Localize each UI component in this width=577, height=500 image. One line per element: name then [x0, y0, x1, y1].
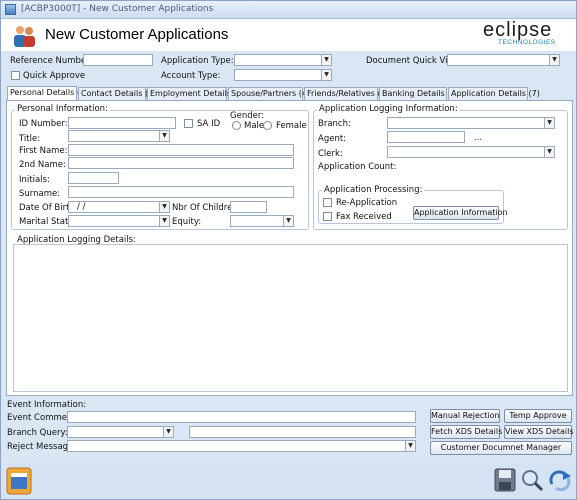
tab-employment-details[interactable]: Employment Details (3)	[147, 87, 245, 100]
first-name-label: First Name:	[19, 146, 68, 156]
reject-message-label: Reject Message:	[7, 442, 77, 452]
event-information-label: Event Information:	[7, 400, 87, 410]
re-application-label: Re-Application	[336, 198, 398, 208]
agent-input[interactable]	[387, 131, 465, 143]
fax-received-checkbox[interactable]	[323, 212, 332, 221]
male-label: Male	[244, 121, 265, 131]
account-type-label: Account Type:	[161, 71, 221, 81]
second-name-label: 2nd Name:	[19, 160, 66, 170]
female-label: Female	[276, 121, 307, 131]
equity-label: Equity:	[172, 217, 202, 227]
date-of-birth-value: / /	[77, 202, 86, 212]
female-radio[interactable]	[263, 121, 272, 130]
view-xds-details-button[interactable]: View XDS Details	[504, 425, 574, 439]
chevron-down-icon: ▼	[544, 118, 554, 128]
tab-application-details[interactable]: Application Details (7)	[448, 87, 540, 100]
title-select[interactable]: ▼	[68, 130, 170, 142]
bottom-toolbar	[1, 463, 576, 499]
clerk-select[interactable]: ▼	[387, 146, 555, 158]
title-label: Title:	[19, 134, 41, 144]
page-header: New Customer Applications eclipse TECHNO…	[1, 19, 576, 51]
application-type-select[interactable]: ▼	[234, 54, 332, 66]
branch-query-select[interactable]: ▼	[67, 426, 174, 438]
sa-id-checkbox[interactable]	[184, 119, 193, 128]
application-processing-label: Application Processing:	[322, 185, 425, 195]
tab-contact-details[interactable]: Contact Details (2)	[78, 87, 156, 100]
quick-approve-checkbox[interactable]	[11, 71, 20, 80]
branch-query-label: Branch Query:	[7, 428, 68, 438]
tab-spouse-partners[interactable]: Spouse/Partners (4)	[228, 87, 310, 100]
marital-status-select[interactable]: ▼	[68, 215, 170, 227]
clerk-label: Clerk:	[318, 149, 343, 159]
branch-label: Branch:	[318, 119, 351, 129]
second-name-input[interactable]	[68, 157, 294, 169]
application-logging-details-area[interactable]	[13, 244, 568, 392]
chevron-down-icon: ▼	[321, 55, 331, 65]
re-application-checkbox[interactable]	[323, 198, 332, 207]
account-type-select[interactable]: ▼	[234, 69, 332, 81]
chevron-down-icon: ▼	[321, 70, 331, 80]
customer-document-manager-button[interactable]: Customer Documnet Manager	[430, 441, 572, 455]
page-title: New Customer Applications	[45, 26, 229, 43]
refresh-icon[interactable]	[548, 468, 572, 492]
chevron-down-icon: ▼	[544, 147, 554, 157]
save-icon[interactable]	[494, 468, 516, 492]
application-count-label: Application Count:	[318, 162, 397, 172]
tab-banking-details[interactable]: Banking Details (6)	[379, 87, 459, 100]
first-name-input[interactable]	[68, 144, 294, 156]
application-type-label: Application Type:	[161, 56, 234, 66]
logging-information-label: Application Logging Information:	[317, 104, 460, 114]
customers-icon	[14, 26, 35, 47]
id-number-input[interactable]	[68, 117, 176, 129]
window-title: [ACBP3000T] - New Customer Applications	[21, 4, 214, 14]
branch-select[interactable]: ▼	[387, 117, 555, 129]
surname-input[interactable]	[68, 186, 294, 198]
agent-lookup-button[interactable]: ...	[474, 133, 482, 143]
branch-query-input[interactable]	[189, 426, 416, 438]
initials-input[interactable]	[68, 172, 119, 184]
reject-message-select[interactable]: ▼	[67, 440, 416, 452]
document-quick-view-select[interactable]: ▼	[447, 54, 560, 66]
chevron-down-icon: ▼	[549, 55, 559, 65]
personal-information-label: Personal Information:	[15, 104, 110, 114]
search-icon[interactable]	[521, 469, 544, 492]
male-radio[interactable]	[232, 121, 241, 130]
window-icon	[5, 4, 16, 15]
manual-rejection-button[interactable]: Manual Rejection	[430, 409, 500, 423]
sa-id-label: SA ID	[197, 119, 221, 129]
equity-select[interactable]: ▼	[230, 215, 294, 227]
quick-approve-label: Quick Approve	[23, 71, 86, 81]
chevron-down-icon: ▼	[405, 441, 415, 451]
company-logo: eclipse TECHNOLOGIES	[481, 19, 567, 50]
children-input[interactable]	[230, 201, 267, 213]
app-launcher-icon[interactable]	[6, 467, 32, 495]
temp-approve-button[interactable]: Temp Approve	[504, 409, 572, 423]
reference-number-label: Reference Number:	[10, 56, 93, 66]
fetch-xds-details-button[interactable]: Fetch XDS Details	[430, 425, 502, 439]
chevron-down-icon: ▼	[283, 216, 293, 226]
reference-number-input[interactable]	[83, 54, 153, 66]
date-of-birth-picker[interactable]: / / ▼	[68, 201, 170, 213]
initials-label: Initials:	[19, 175, 50, 185]
title-bar: [ACBP3000T] - New Customer Applications	[1, 1, 576, 19]
chevron-down-icon: ▼	[159, 216, 169, 226]
tab-panel: Personal Information: ID Number: SA ID G…	[6, 100, 573, 396]
chevron-down-icon: ▼	[163, 427, 173, 437]
application-window: [ACBP3000T] - New Customer Applications …	[0, 0, 577, 500]
tab-personal-details[interactable]: Personal Details (1)	[7, 86, 88, 100]
application-information-button[interactable]: Application Information	[413, 206, 508, 220]
surname-label: Surname:	[19, 189, 61, 199]
tab-friends-relatives[interactable]: Friends/Relatives (5)	[304, 87, 389, 100]
fax-received-label: Fax Received	[336, 212, 392, 222]
chevron-down-icon: ▼	[159, 131, 169, 141]
agent-label: Agent:	[318, 134, 347, 144]
gender-label: Gender:	[230, 111, 265, 121]
event-comment-input[interactable]	[67, 411, 416, 423]
chevron-down-icon: ▼	[159, 202, 169, 212]
logo-sub-text: TECHNOLOGIES	[498, 39, 556, 46]
id-number-label: ID Number:	[19, 119, 68, 129]
